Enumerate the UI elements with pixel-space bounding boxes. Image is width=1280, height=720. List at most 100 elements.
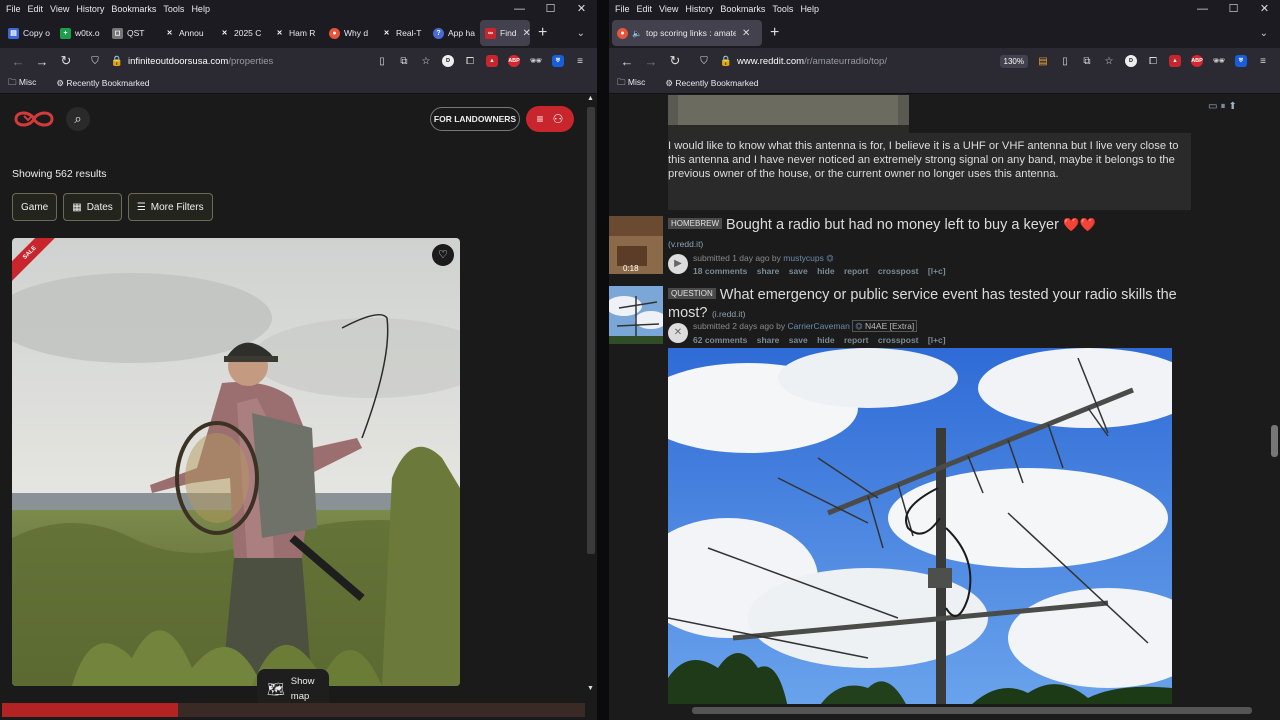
tab-reddit-active[interactable]: ● 🔈 top scoring links : amateur ✕	[612, 20, 762, 46]
tab-find-active[interactable]: ∞ Find ✕	[480, 20, 530, 46]
post-title-link[interactable]: Bought a radio but had no money left to …	[726, 217, 1059, 233]
extensions-puzzle-icon[interactable]: ⧠	[1142, 54, 1164, 68]
extensions-puzzle-icon[interactable]: ⧠	[459, 54, 481, 68]
minimize-button[interactable]: —	[504, 0, 535, 18]
close-window-button[interactable]: ✕	[566, 0, 597, 18]
menu-bookmarks[interactable]: Bookmarks	[720, 4, 765, 14]
comments-link[interactable]: 62 comments	[693, 335, 747, 345]
reload-button[interactable]: ↻	[663, 53, 687, 69]
minimize-button[interactable]: —	[1187, 0, 1218, 18]
scrollbar-thumb[interactable]	[587, 107, 595, 554]
bookmark-star-icon[interactable]: ☆	[1098, 54, 1120, 68]
extension-d-icon[interactable]: D	[437, 54, 459, 68]
lc-link[interactable]: [l+c]	[928, 335, 946, 345]
menu-help[interactable]: Help	[800, 4, 819, 14]
scrollbar-thumb[interactable]	[1271, 425, 1278, 457]
tab-w0tx[interactable]: + w0tx.o	[55, 20, 107, 46]
comments-link[interactable]: 18 comments	[693, 266, 747, 276]
property-card[interactable]: SALE ♡	[12, 238, 460, 686]
share-link[interactable]: share	[757, 266, 780, 276]
forward-button[interactable]: →	[639, 54, 663, 69]
extension-d-icon[interactable]: D	[1120, 54, 1142, 68]
adblock-icon[interactable]: ABP	[1186, 54, 1208, 68]
play-video-button[interactable]: ▶	[668, 254, 688, 274]
search-button[interactable]: ⌕	[66, 107, 90, 131]
extension-red-icon[interactable]: ▲	[1164, 54, 1186, 68]
bookmark-recent[interactable]: ⚙ Recently Bookmarked	[56, 78, 159, 89]
expand-icon[interactable]: ▭	[1208, 101, 1217, 112]
crosspost-link[interactable]: crosspost	[878, 335, 919, 345]
bookmark-misc[interactable]: 🗀 Misc	[8, 77, 46, 91]
menu-history[interactable]: History	[685, 4, 713, 14]
close-tab-icon[interactable]: ✕	[742, 28, 750, 39]
incognito-icon[interactable]: 🕶	[525, 54, 547, 68]
menu-help[interactable]: Help	[191, 4, 210, 14]
close-window-button[interactable]: ✕	[1249, 0, 1280, 18]
speaker-muted-icon[interactable]: 🔈	[632, 29, 642, 38]
maximize-button[interactable]: ☐	[535, 0, 566, 18]
zoom-level-badge[interactable]: 130%	[999, 54, 1028, 68]
shield-icon[interactable]: ⛉	[693, 54, 715, 68]
dates-filter-button[interactable]: ▦ Dates	[63, 193, 122, 221]
tab-2025[interactable]: ✕ 2025 C	[214, 20, 269, 46]
tab-copy[interactable]: ▤ Copy o	[3, 20, 55, 46]
menu-view[interactable]: View	[50, 4, 69, 14]
tab-list-chevron-icon[interactable]: ⌄	[577, 28, 585, 39]
game-filter-button[interactable]: Game	[12, 193, 58, 221]
scroll-up-icon[interactable]: ▲	[587, 95, 594, 102]
post-thumbnail[interactable]	[609, 286, 663, 344]
more-filters-button[interactable]: ☰ More Filters	[127, 193, 213, 221]
scroll-top-icon[interactable]: ⬆	[1228, 101, 1236, 112]
infinite-outdoors-logo-icon[interactable]	[12, 107, 56, 131]
lc-link[interactable]: [l+c]	[928, 266, 946, 276]
back-button[interactable]: ←	[6, 54, 30, 69]
account-menu-button[interactable]: ≡ ⚇	[526, 106, 574, 132]
pause-icon[interactable]: ⏸	[1220, 101, 1225, 112]
reader-view-icon[interactable]: ▯	[371, 54, 393, 68]
bitwarden-icon[interactable]: ⛨	[1230, 54, 1252, 68]
tab-list-chevron-icon[interactable]: ⌄	[1260, 28, 1268, 39]
hamburger-menu-icon[interactable]: ≡	[1252, 54, 1274, 68]
share-link[interactable]: share	[757, 335, 780, 345]
menu-file[interactable]: File	[615, 4, 630, 14]
tab-qst[interactable]: ◻ QST	[107, 20, 159, 46]
tab-ham[interactable]: ✕ Ham R	[269, 20, 324, 46]
lock-icon[interactable]: 🔒	[106, 54, 128, 68]
tab-why[interactable]: ● Why d	[324, 20, 376, 46]
forward-button[interactable]: →	[30, 54, 54, 69]
rss-icon[interactable]: ▤	[1032, 54, 1054, 68]
shield-icon[interactable]: ⛉	[84, 54, 106, 68]
post-domain[interactable]: (i.redd.it)	[712, 309, 746, 319]
expanded-antenna-image[interactable]	[668, 348, 1172, 708]
post-author[interactable]: CarrierCaveman	[788, 321, 850, 331]
for-landowners-button[interactable]: FOR LANDOWNERS	[430, 107, 520, 131]
translate-icon[interactable]: ⧉	[1076, 54, 1098, 68]
menu-bookmarks[interactable]: Bookmarks	[111, 4, 156, 14]
save-link[interactable]: save	[789, 266, 808, 276]
translate-icon[interactable]: ⧉	[393, 54, 415, 68]
back-button[interactable]: ←	[615, 54, 639, 69]
url-bar[interactable]: ⛉ 🔒 infiniteoutdoorsusa.com/properties	[78, 50, 371, 72]
close-tab-icon[interactable]: ✕	[523, 28, 530, 39]
report-link[interactable]: report	[844, 266, 869, 276]
horizontal-scrollbar[interactable]	[609, 704, 1268, 716]
menu-edit[interactable]: Edit	[637, 4, 653, 14]
new-tab-button[interactable]: +	[538, 20, 547, 46]
reader-view-icon[interactable]: ▯	[1054, 54, 1076, 68]
post-author[interactable]: mustycups	[783, 253, 824, 263]
report-link[interactable]: report	[844, 335, 869, 345]
menu-tools[interactable]: Tools	[772, 4, 793, 14]
bookmark-recent[interactable]: ⚙ Recently Bookmarked	[665, 78, 768, 89]
bitwarden-icon[interactable]: ⛨	[547, 54, 569, 68]
menu-tools[interactable]: Tools	[163, 4, 184, 14]
menu-file[interactable]: File	[6, 4, 21, 14]
scroll-down-icon[interactable]: ▼	[587, 685, 594, 692]
right-scrollbar[interactable]	[1268, 95, 1280, 720]
reload-button[interactable]: ↻	[54, 53, 78, 69]
post-thumbnail[interactable]: 0:18	[609, 216, 663, 274]
extension-red-icon[interactable]: ▲	[481, 54, 503, 68]
bookmark-misc[interactable]: 🗀 Misc	[617, 77, 655, 91]
adblock-icon[interactable]: ABP	[503, 54, 525, 68]
hide-link[interactable]: hide	[817, 266, 834, 276]
hamburger-menu-icon[interactable]: ≡	[569, 54, 591, 68]
